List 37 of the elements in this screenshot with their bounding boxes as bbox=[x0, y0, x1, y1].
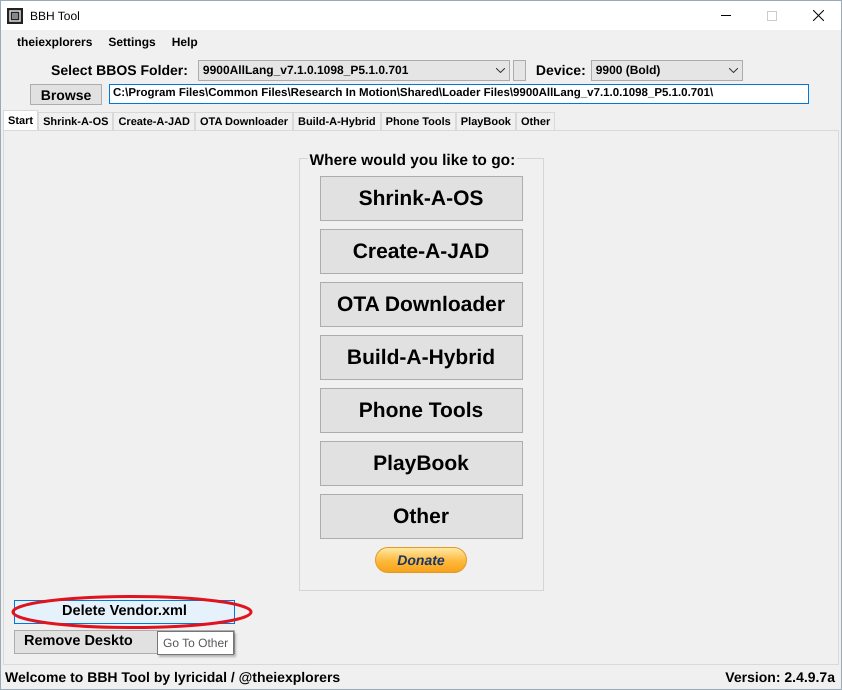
browse-button[interactable]: Browse bbox=[30, 84, 102, 104]
tab[interactable]: Build-A-Hybrid bbox=[293, 112, 381, 130]
tab[interactable]: PlayBook bbox=[456, 112, 516, 130]
nav-button[interactable]: OTA Downloader bbox=[320, 282, 522, 327]
donate-button[interactable]: Donate bbox=[375, 547, 467, 573]
close-icon bbox=[812, 10, 824, 21]
folder-dropdown[interactable]: 9900AllLang_v7.1.0.1098_P5.1.0.701 bbox=[198, 60, 510, 80]
tab[interactable]: Start bbox=[3, 110, 38, 130]
menu-item[interactable]: Help bbox=[164, 33, 206, 51]
nav-button[interactable]: Other bbox=[320, 494, 522, 539]
path-field[interactable]: C:\Program Files\Common Files\Research In Motion\Shared\Loader Files\9900AllLang_v7.1.0.1098_P5.1.0.701\ bbox=[109, 84, 809, 104]
minimize-icon bbox=[721, 15, 731, 16]
maximize-icon bbox=[767, 10, 777, 20]
tooltip: Go To Other bbox=[157, 631, 234, 655]
device-label: Device: bbox=[536, 60, 586, 80]
small-button[interactable] bbox=[512, 60, 526, 80]
status-text: Welcome to BBH Tool by lyricidal / @theiexplorers bbox=[5, 668, 340, 687]
nav-button[interactable]: Build-A-Hybrid bbox=[320, 335, 522, 380]
folder-label: Select BBOS Folder: bbox=[51, 60, 188, 80]
nav-button[interactable]: PlayBook bbox=[320, 441, 522, 486]
tab[interactable]: Shrink-A-OS bbox=[38, 112, 114, 130]
menu-item[interactable]: Settings bbox=[100, 33, 164, 51]
version-text: Version: 2.4.9.7a bbox=[725, 668, 835, 686]
tab[interactable]: OTA Downloader bbox=[195, 112, 293, 130]
chevron-icon bbox=[728, 68, 738, 72]
nav-button[interactable]: Phone Tools bbox=[320, 388, 522, 433]
tab[interactable]: Other bbox=[516, 112, 556, 130]
tab[interactable]: Phone Tools bbox=[380, 112, 456, 130]
device-dropdown[interactable]: 9900 (Bold) bbox=[590, 60, 743, 80]
menu-item[interactable]: theiexplorers bbox=[9, 33, 100, 51]
window-title: BBH Tool bbox=[30, 8, 80, 24]
nav-button[interactable]: Shrink-A-OS bbox=[320, 176, 522, 221]
app-icon bbox=[7, 8, 23, 24]
tab[interactable]: Create-A-JAD bbox=[113, 112, 195, 130]
chevron-icon bbox=[496, 68, 505, 72]
nav-button[interactable]: Create-A-JAD bbox=[320, 229, 522, 274]
action-button[interactable]: Delete Vendor.xml bbox=[14, 600, 235, 624]
